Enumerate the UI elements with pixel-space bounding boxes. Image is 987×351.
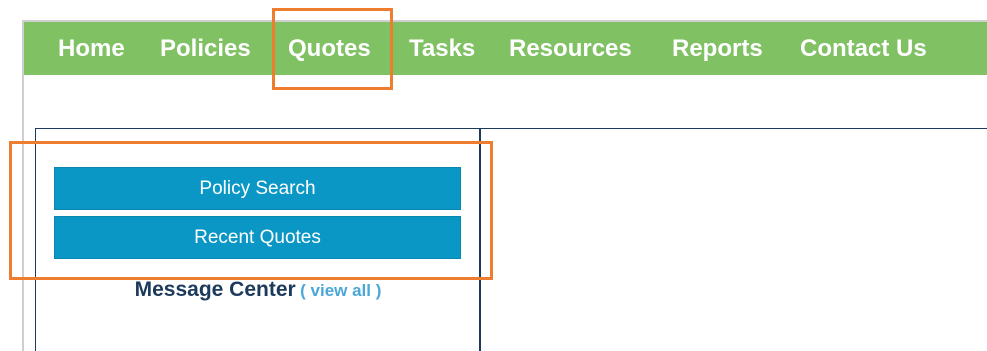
message-center-title: Message Center bbox=[134, 278, 296, 301]
policy-search-button[interactable]: Policy Search bbox=[54, 167, 461, 210]
nav-item-reports[interactable]: Reports bbox=[672, 22, 763, 75]
nav-item-contact-us[interactable]: Contact Us bbox=[800, 22, 927, 75]
nav-item-resources[interactable]: Resources bbox=[509, 22, 632, 75]
nav-item-home[interactable]: Home bbox=[58, 22, 125, 75]
message-center: Message Center ( view all ) bbox=[35, 278, 481, 302]
nav-item-tasks[interactable]: Tasks bbox=[409, 22, 475, 75]
nav-item-policies[interactable]: Policies bbox=[160, 22, 251, 75]
page: Home Policies Quotes Tasks Resources Rep… bbox=[0, 0, 987, 351]
main-nav-bar: Home Policies Quotes Tasks Resources Rep… bbox=[24, 22, 987, 75]
view-all-link[interactable]: ( view all ) bbox=[300, 281, 381, 300]
nav-item-quotes[interactable]: Quotes bbox=[288, 22, 371, 75]
recent-quotes-button[interactable]: Recent Quotes bbox=[54, 216, 461, 259]
content-top-border bbox=[481, 128, 987, 129]
